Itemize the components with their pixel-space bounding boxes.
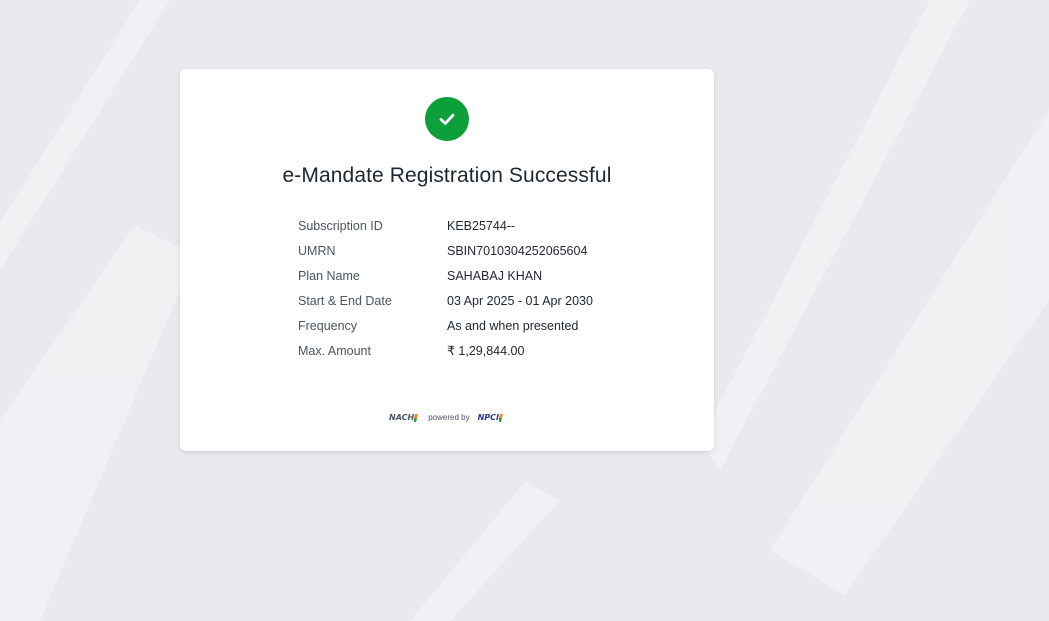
page-title: e-Mandate Registration Successful — [282, 164, 612, 187]
detail-value: SBIN7010304252065604 — [447, 243, 588, 258]
footer: NACH powered by NPCI — [180, 413, 714, 422]
success-badge — [425, 97, 469, 141]
detail-row-frequency: Frequency As and when presented — [298, 313, 638, 338]
detail-value: SAHABAJ KHAN — [447, 268, 543, 283]
detail-row-dates: Start & End Date 03 Apr 2025 - 01 Apr 20… — [298, 288, 638, 313]
nach-logo: NACH — [389, 413, 420, 422]
detail-label: Plan Name — [298, 268, 360, 283]
npci-logo-text: NPCI — [477, 413, 499, 422]
mandate-details: Subscription ID KEB25744-- UMRN SBIN7010… — [298, 213, 638, 363]
detail-label: Frequency — [298, 318, 358, 333]
powered-by-text: powered by — [428, 413, 470, 422]
detail-value: 03 Apr 2025 - 01 Apr 2030 — [447, 293, 593, 308]
detail-label: Start & End Date — [298, 293, 392, 308]
detail-row-umrn: UMRN SBIN7010304252065604 — [298, 238, 638, 263]
detail-row-max-amount: Max. Amount ₹ 1,29,844.00 — [298, 338, 638, 363]
detail-row-plan-name: Plan Name SAHABAJ KHAN — [298, 263, 638, 288]
nach-logo-mark — [414, 413, 419, 422]
success-card: e-Mandate Registration Successful Subscr… — [180, 69, 714, 451]
npci-logo-mark — [498, 413, 503, 422]
detail-value: KEB25744-- — [447, 218, 516, 233]
detail-label: UMRN — [298, 243, 336, 258]
check-icon — [439, 113, 455, 125]
detail-value: ₹ 1,29,844.00 — [447, 344, 525, 358]
nach-logo-text: NACH — [389, 413, 415, 422]
detail-value: As and when presented — [447, 318, 579, 333]
detail-row-subscription-id: Subscription ID KEB25744-- — [298, 213, 638, 238]
detail-label: Subscription ID — [298, 218, 383, 233]
detail-label: Max. Amount — [298, 343, 371, 358]
npci-logo: NPCI — [478, 413, 505, 422]
